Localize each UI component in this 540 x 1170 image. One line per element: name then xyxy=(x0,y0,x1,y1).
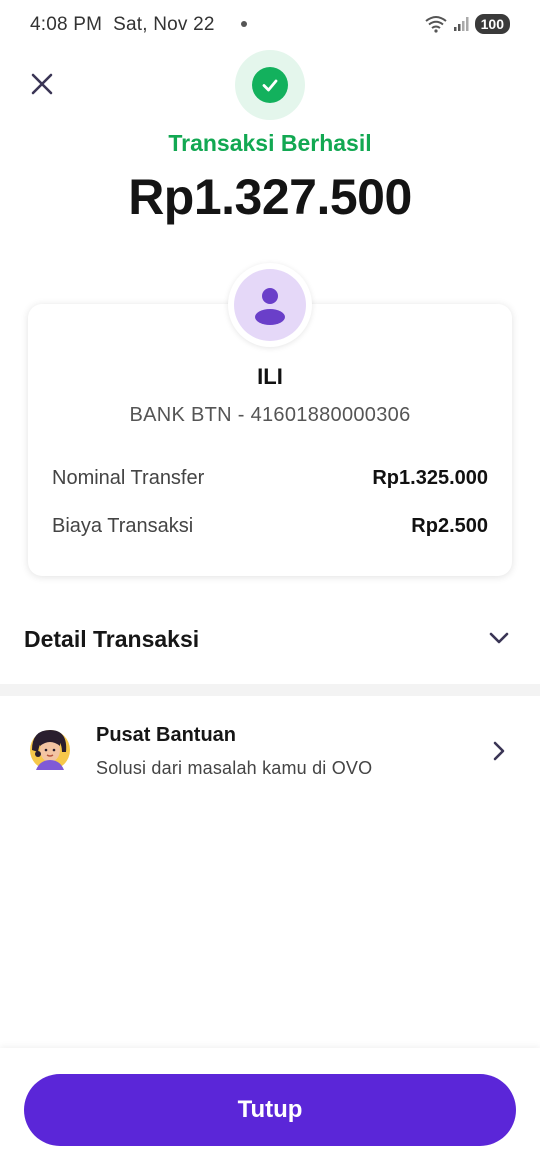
chevron-right-icon xyxy=(493,741,505,761)
avatar-circle xyxy=(234,269,306,341)
status-clock: 4:08 PM xyxy=(30,14,103,35)
transaction-fee-value: Rp2.500 xyxy=(411,515,488,537)
chevron-down-icon xyxy=(489,632,509,644)
nominal-transfer-value: Rp1.325.000 xyxy=(372,467,488,489)
nominal-transfer-label: Nominal Transfer xyxy=(52,467,205,489)
avatar xyxy=(228,263,312,347)
close-button[interactable] xyxy=(26,68,58,100)
bottom-action-bar: Tutup xyxy=(0,1048,540,1170)
help-center-title: Pusat Bantuan xyxy=(96,724,237,746)
transaction-detail-toggle[interactable]: Detail Transaksi xyxy=(0,604,540,676)
help-center-subtitle: Solusi dari masalah kamu di OVO xyxy=(96,758,373,778)
battery-indicator: 100 xyxy=(474,14,510,34)
close-icon xyxy=(31,73,53,95)
signal-icon xyxy=(453,17,469,31)
check-icon xyxy=(262,79,278,92)
recipient-bank-account: BANK BTN - 41601880000306 xyxy=(129,404,411,426)
transaction-status-title: Transaksi Berhasil xyxy=(168,130,372,156)
status-bar: 4:08 PM Sat, Nov 22 100 xyxy=(0,0,540,50)
wifi-icon xyxy=(425,16,447,33)
transaction-detail-title: Detail Transaksi xyxy=(24,626,200,652)
status-time: 4:08 PM Sat, Nov 22 xyxy=(30,14,215,36)
person-icon xyxy=(255,288,285,325)
help-center-item[interactable]: Pusat Bantuan Solusi dari masalah kamu d… xyxy=(0,700,540,800)
success-badge xyxy=(235,50,305,120)
status-icons: 100 xyxy=(425,14,510,34)
close-transaction-button[interactable]: Tutup xyxy=(24,1074,516,1146)
support-agent-icon xyxy=(30,730,70,770)
transaction-fee-label: Biaya Transaksi xyxy=(52,515,194,537)
recipient-name: ILI xyxy=(257,364,283,389)
section-divider xyxy=(0,684,540,696)
transaction-amount: Rp1.327.500 xyxy=(128,169,412,225)
check-circle-icon xyxy=(252,67,288,103)
notification-dot-icon xyxy=(241,21,247,27)
status-date: Sat, Nov 22 xyxy=(113,14,215,35)
